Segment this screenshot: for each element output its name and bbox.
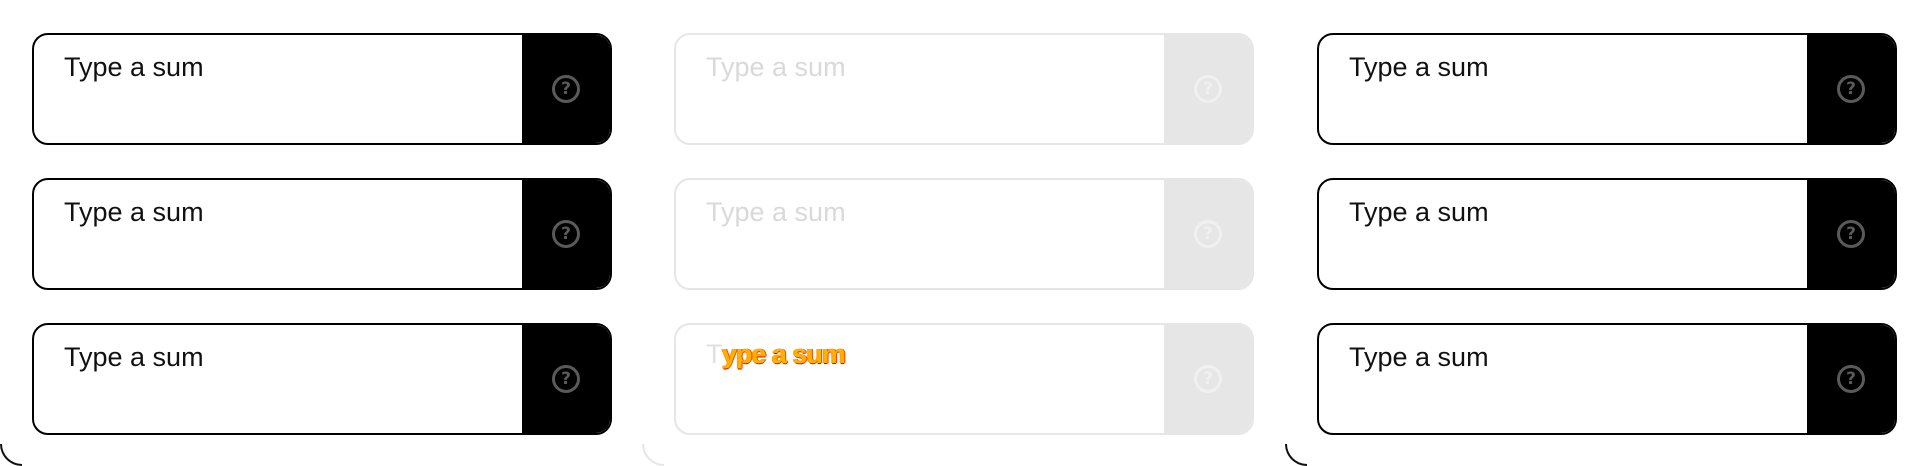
sum-input-disabled (706, 192, 1154, 232)
column-disabled-middle: ? ? T ype a sum ? (642, 0, 1282, 466)
help-button[interactable]: ? (1807, 325, 1895, 433)
sum-input-disabled (706, 337, 1154, 377)
input-area[interactable] (1319, 35, 1807, 143)
sum-input-group: ? (1317, 323, 1897, 435)
input-area (676, 35, 1164, 143)
help-button-disabled: ? (1164, 35, 1252, 143)
column-enabled-right: ? ? ? (1285, 0, 1920, 466)
corner-arc (1285, 444, 1307, 466)
input-area: T ype a sum (676, 325, 1164, 433)
input-area (676, 180, 1164, 288)
question-circle-icon: ? (1837, 365, 1865, 393)
question-circle-icon: ? (1194, 365, 1222, 393)
sum-input-group: ? (1317, 33, 1897, 145)
help-button[interactable]: ? (522, 325, 610, 433)
sum-input-group-disabled: ? (674, 33, 1254, 145)
corner-arc (0, 444, 22, 466)
input-area[interactable] (1319, 180, 1807, 288)
input-area[interactable] (34, 180, 522, 288)
question-circle-icon: ? (552, 75, 580, 103)
sum-input-group: ? (32, 323, 612, 435)
input-area[interactable] (1319, 325, 1807, 433)
help-button[interactable]: ? (1807, 35, 1895, 143)
question-circle-icon: ? (552, 220, 580, 248)
sum-input-group: ? (32, 178, 612, 290)
question-circle-icon: ? (1194, 75, 1222, 103)
sum-input-group: ? (32, 33, 612, 145)
question-circle-icon: ? (552, 365, 580, 393)
help-button-disabled: ? (1164, 180, 1252, 288)
question-circle-icon: ? (1837, 220, 1865, 248)
question-circle-icon: ? (1194, 220, 1222, 248)
help-button[interactable]: ? (522, 180, 610, 288)
corner-arc (642, 444, 664, 466)
help-button-disabled: ? (1164, 325, 1252, 433)
stage: ? ? ? ? (0, 0, 1920, 466)
input-area[interactable] (34, 325, 522, 433)
sum-input-group: ? (1317, 178, 1897, 290)
sum-input-group-disabled: T ype a sum ? (674, 323, 1254, 435)
column-enabled-left: ? ? ? (0, 0, 640, 466)
help-button[interactable]: ? (1807, 180, 1895, 288)
question-circle-icon: ? (1837, 75, 1865, 103)
sum-input[interactable] (64, 47, 512, 87)
sum-input[interactable] (1349, 337, 1797, 377)
sum-input-disabled (706, 47, 1154, 87)
placeholder-first-char: T (706, 339, 723, 369)
sum-input[interactable] (64, 337, 512, 377)
sum-input-group-disabled: ? (674, 178, 1254, 290)
sum-input[interactable] (1349, 192, 1797, 232)
help-button[interactable]: ? (522, 35, 610, 143)
sum-input[interactable] (1349, 47, 1797, 87)
input-area[interactable] (34, 35, 522, 143)
sum-input[interactable] (64, 192, 512, 232)
